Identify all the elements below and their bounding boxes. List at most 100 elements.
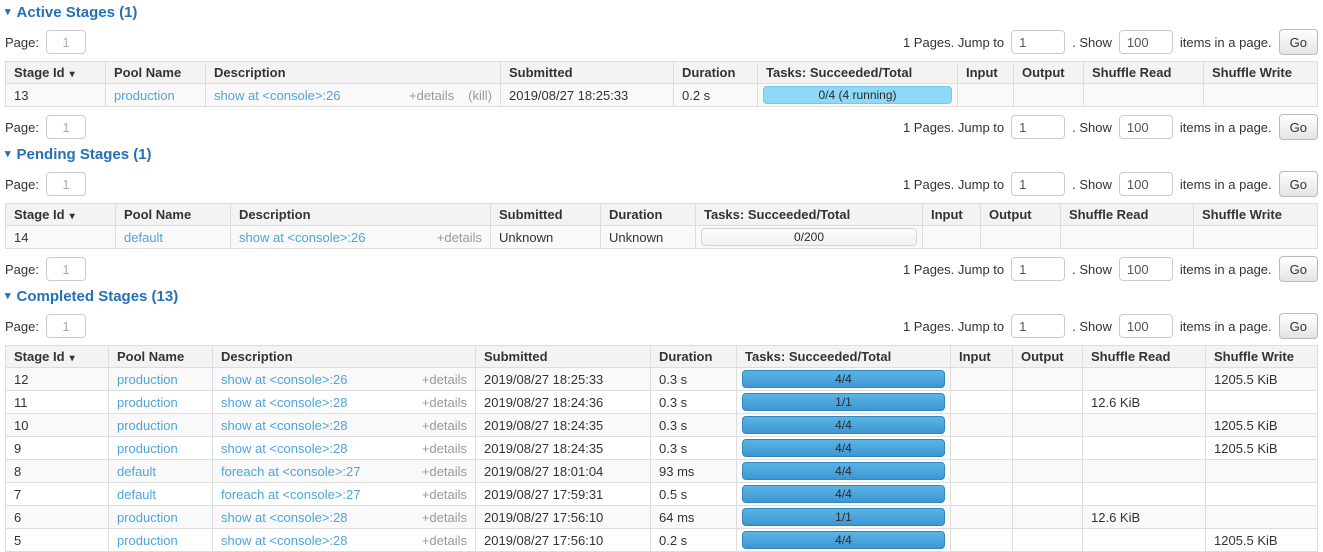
details-link[interactable]: +details: [422, 464, 467, 479]
details-link[interactable]: +details: [422, 533, 467, 548]
pool-link[interactable]: production: [117, 372, 178, 387]
jump-to-input[interactable]: [1011, 172, 1065, 196]
task-progress-label: 1/1: [835, 510, 852, 524]
jump-to-input[interactable]: [1011, 314, 1065, 338]
column-header-input[interactable]: Input: [923, 204, 981, 226]
pool-link[interactable]: production: [117, 418, 178, 433]
column-header-stage-id[interactable]: Stage Id▾: [6, 346, 109, 368]
column-header-description[interactable]: Description: [231, 204, 491, 226]
go-button[interactable]: Go: [1279, 171, 1318, 197]
pool-link[interactable]: default: [117, 487, 156, 502]
description-link[interactable]: show at <console>:26: [239, 230, 423, 245]
details-link[interactable]: +details: [422, 487, 467, 502]
details-link[interactable]: +details: [422, 441, 467, 456]
cell-pool-name: production: [109, 529, 213, 552]
cell-stage-id: 6: [6, 506, 109, 529]
column-header-pool-name[interactable]: Pool Name: [106, 62, 206, 84]
page-input[interactable]: [46, 30, 86, 54]
details-link[interactable]: +details: [422, 395, 467, 410]
column-header-pool-name[interactable]: Pool Name: [116, 204, 231, 226]
pool-link[interactable]: default: [124, 230, 163, 245]
column-header-submitted[interactable]: Submitted: [476, 346, 651, 368]
section-title-active-stages[interactable]: ▾Active Stages (1): [5, 4, 1318, 21]
column-header-output[interactable]: Output: [1014, 62, 1084, 84]
items-suffix-text: items in a page.: [1180, 35, 1272, 50]
show-count-input[interactable]: [1119, 314, 1173, 338]
column-header-shuffle-write[interactable]: Shuffle Write: [1194, 204, 1318, 226]
description-link[interactable]: foreach at <console>:27: [221, 487, 408, 502]
page-input[interactable]: [46, 172, 86, 196]
description-link[interactable]: show at <console>:28: [221, 395, 408, 410]
show-count-input[interactable]: [1119, 30, 1173, 54]
description-link[interactable]: foreach at <console>:27: [221, 464, 408, 479]
go-button[interactable]: Go: [1279, 114, 1318, 140]
column-header-description[interactable]: Description: [206, 62, 501, 84]
cell-duration: 0.3 s: [651, 391, 737, 414]
pagination-top-completed-stages: Page:1 Pages. Jump to. Showitems in a pa…: [5, 313, 1318, 339]
details-link[interactable]: +details: [437, 230, 482, 245]
cell-duration: 0.3 s: [651, 414, 737, 437]
pool-link[interactable]: default: [117, 464, 156, 479]
header-row: Stage Id▾Pool NameDescription Submitted Du…: [6, 62, 1318, 84]
section-title-pending-stages[interactable]: ▾Pending Stages (1): [5, 146, 1318, 163]
description-link[interactable]: show at <console>:28: [221, 510, 408, 525]
pool-link[interactable]: production: [114, 88, 175, 103]
show-count-input[interactable]: [1119, 115, 1173, 139]
page-input[interactable]: [46, 314, 86, 338]
pagination-top-active-stages: Page:1 Pages. Jump to. Showitems in a pa…: [5, 29, 1318, 55]
description-link[interactable]: show at <console>:28: [221, 533, 408, 548]
show-count-input[interactable]: [1119, 257, 1173, 281]
column-header-submitted[interactable]: Submitted: [501, 62, 674, 84]
column-header-duration[interactable]: Duration: [674, 62, 758, 84]
jump-to-input[interactable]: [1011, 257, 1065, 281]
column-header-duration[interactable]: Duration: [651, 346, 737, 368]
column-header-shuffle-read[interactable]: Shuffle Read: [1084, 62, 1204, 84]
column-header-duration[interactable]: Duration: [601, 204, 696, 226]
go-button[interactable]: Go: [1279, 313, 1318, 339]
page-input[interactable]: [46, 257, 86, 281]
column-label: Submitted: [509, 65, 573, 80]
column-header-description[interactable]: Description: [213, 346, 476, 368]
cell-output: [1013, 529, 1083, 552]
column-header-submitted[interactable]: Submitted: [491, 204, 601, 226]
page-control: Page:: [5, 115, 86, 139]
show-count-input[interactable]: [1119, 172, 1173, 196]
description-link[interactable]: show at <console>:26: [214, 88, 395, 103]
column-header-shuffle-write[interactable]: Shuffle Write: [1206, 346, 1318, 368]
pool-link[interactable]: production: [117, 395, 178, 410]
details-link[interactable]: +details: [422, 418, 467, 433]
column-header-output[interactable]: Output: [981, 204, 1061, 226]
go-button[interactable]: Go: [1279, 256, 1318, 282]
column-header-output[interactable]: Output: [1013, 346, 1083, 368]
column-header-tasks-succeeded-total[interactable]: Tasks: Succeeded/Total: [758, 62, 958, 84]
pool-link[interactable]: production: [117, 533, 178, 548]
section-title-completed-stages[interactable]: ▾Completed Stages (13): [5, 288, 1318, 305]
cell-pool-name: production: [109, 368, 213, 391]
column-header-input[interactable]: Input: [951, 346, 1013, 368]
go-button[interactable]: Go: [1279, 29, 1318, 55]
kill-link[interactable]: (kill): [468, 88, 492, 103]
task-progress-bar: 4/4: [742, 439, 945, 457]
column-header-shuffle-read[interactable]: Shuffle Read: [1061, 204, 1194, 226]
description-link[interactable]: show at <console>:28: [221, 441, 408, 456]
column-header-tasks-succeeded-total[interactable]: Tasks: Succeeded/Total: [737, 346, 951, 368]
column-header-stage-id[interactable]: Stage Id▾: [6, 204, 116, 226]
column-header-input[interactable]: Input: [958, 62, 1014, 84]
column-header-shuffle-write[interactable]: Shuffle Write: [1204, 62, 1318, 84]
column-header-pool-name[interactable]: Pool Name: [109, 346, 213, 368]
cell-stage-id: 10: [6, 414, 109, 437]
page-input[interactable]: [46, 115, 86, 139]
column-header-shuffle-read[interactable]: Shuffle Read: [1083, 346, 1206, 368]
description-link[interactable]: show at <console>:28: [221, 418, 408, 433]
sort-desc-icon: ▾: [70, 353, 75, 364]
jump-to-input[interactable]: [1011, 30, 1065, 54]
details-link[interactable]: +details: [409, 88, 454, 103]
pool-link[interactable]: production: [117, 510, 178, 525]
details-link[interactable]: +details: [422, 510, 467, 525]
jump-to-input[interactable]: [1011, 115, 1065, 139]
pool-link[interactable]: production: [117, 441, 178, 456]
details-link[interactable]: +details: [422, 372, 467, 387]
column-header-tasks-succeeded-total[interactable]: Tasks: Succeeded/Total: [696, 204, 923, 226]
description-link[interactable]: show at <console>:26: [221, 372, 408, 387]
column-header-stage-id[interactable]: Stage Id▾: [6, 62, 106, 84]
